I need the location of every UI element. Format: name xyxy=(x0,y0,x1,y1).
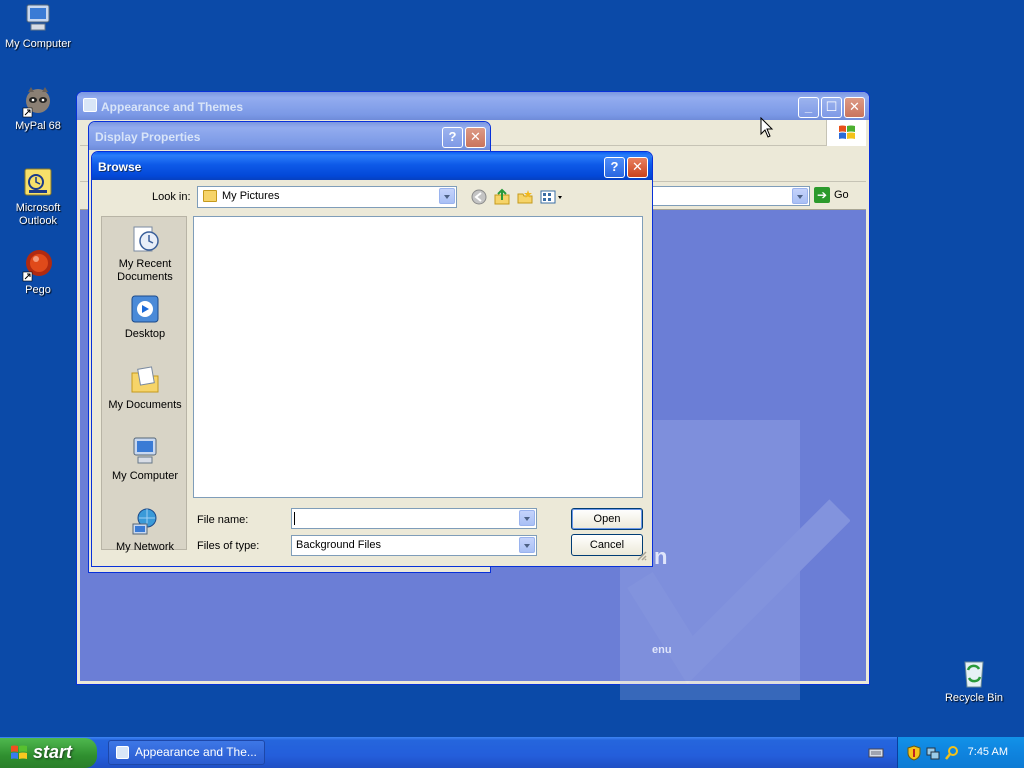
place-label: My Network xyxy=(115,541,175,553)
help-button[interactable]: ? xyxy=(604,157,625,178)
cancel-button[interactable]: Cancel xyxy=(571,534,643,556)
close-button[interactable]: ✕ xyxy=(627,157,648,178)
control-panel-icon xyxy=(83,98,97,112)
views-menu-icon[interactable] xyxy=(540,188,564,206)
files-of-type-value: Background Files xyxy=(296,539,381,551)
go-button[interactable]: ➔ Go xyxy=(814,187,858,205)
desktop-icon-label: Microsoft Outlook xyxy=(15,202,61,227)
my-documents-icon xyxy=(129,364,161,396)
category-heading-fragment: n xyxy=(654,544,668,569)
places-bar: My Recent Documents Desktop My Documents… xyxy=(101,216,188,553)
clock: 7:45 AM xyxy=(967,746,1008,758)
files-of-type-label: Files of type: xyxy=(197,540,260,552)
look-in-label: Look in: xyxy=(152,191,191,203)
browse-dialog: Browse ? ✕ Look in: My Pictures My Recen… xyxy=(91,151,653,567)
file-name-input[interactable] xyxy=(291,508,537,529)
folder-icon xyxy=(203,190,217,202)
keyboard-icon[interactable] xyxy=(868,747,884,759)
network-status-icon[interactable] xyxy=(925,745,941,761)
desktop-icon xyxy=(129,293,161,325)
task-link-fragment[interactable]: enu xyxy=(652,644,672,656)
close-button[interactable]: ✕ xyxy=(844,97,865,118)
task-label: Appearance and The... xyxy=(135,745,257,759)
windows-flag-icon xyxy=(11,745,27,759)
place-label: My Recent Documents xyxy=(117,258,173,283)
desktop-icon-label: Recycle Bin xyxy=(944,692,1004,704)
go-label: Go xyxy=(834,188,849,201)
place-label: Desktop xyxy=(124,328,166,340)
desktop-icon-outlook[interactable]: Microsoft Outlook xyxy=(0,166,78,228)
new-folder-icon[interactable] xyxy=(516,188,534,206)
files-of-type-dropdown-button[interactable] xyxy=(519,537,535,553)
window-title: Browse xyxy=(98,160,142,174)
start-button[interactable]: start xyxy=(0,738,97,768)
desktop-icon-pego[interactable]: Pego xyxy=(0,248,78,297)
appearance-themes-titlebar[interactable]: Appearance and Themes _ ☐ ✕ xyxy=(77,92,869,120)
place-my-documents[interactable]: My Documents xyxy=(102,364,188,412)
desktop-icon-mypal[interactable]: MyPal 68 xyxy=(0,84,78,133)
up-folder-icon[interactable] xyxy=(493,188,511,206)
taskbar: start Appearance and The... 7:45 AM xyxy=(0,737,1024,768)
system-tray: 7:45 AM xyxy=(897,737,1024,768)
file-name-dropdown-button[interactable] xyxy=(519,510,535,526)
recent-documents-icon xyxy=(129,223,161,255)
place-my-computer[interactable]: My Computer xyxy=(102,435,188,483)
place-label: My Computer xyxy=(111,470,179,482)
go-arrow-icon: ➔ xyxy=(814,187,830,203)
address-dropdown-button[interactable] xyxy=(792,188,808,204)
place-label: My Documents xyxy=(108,399,182,411)
back-icon[interactable] xyxy=(470,188,488,206)
desktop-icon-my-computer[interactable]: My Computer xyxy=(0,2,78,51)
windows-logo-icon xyxy=(826,120,866,146)
resize-grip-icon[interactable] xyxy=(635,549,647,561)
pego-icon xyxy=(21,248,55,282)
open-button[interactable]: Open xyxy=(571,508,643,530)
my-computer-icon xyxy=(21,2,55,36)
window-title: Display Properties xyxy=(95,130,201,144)
outlook-icon xyxy=(21,166,55,200)
my-network-icon xyxy=(129,506,161,538)
look-in-value: My Pictures xyxy=(222,190,280,202)
mypal-raccoon-icon xyxy=(21,84,55,118)
desktop-icon-label: MyPal 68 xyxy=(15,120,61,132)
display-properties-titlebar[interactable]: Display Properties ? ✕ xyxy=(89,122,490,150)
desktop-icon-label: My Computer xyxy=(4,38,72,50)
place-my-recent-documents[interactable]: My Recent Documents xyxy=(102,223,188,284)
mouse-cursor-icon xyxy=(760,117,774,138)
help-button[interactable]: ? xyxy=(442,127,463,148)
place-my-network[interactable]: My Network xyxy=(102,506,188,554)
look-in-dropdown[interactable]: My Pictures xyxy=(197,186,457,208)
window-title: Appearance and Themes xyxy=(101,100,244,114)
files-of-type-dropdown[interactable]: Background Files xyxy=(291,535,537,556)
minimize-button[interactable]: _ xyxy=(798,97,819,118)
search-icon[interactable] xyxy=(944,745,960,761)
taskbar-item-appearance-themes[interactable]: Appearance and The... xyxy=(108,740,265,765)
close-button[interactable]: ✕ xyxy=(465,127,486,148)
file-list[interactable] xyxy=(193,216,643,498)
address-input[interactable] xyxy=(640,186,810,206)
place-desktop[interactable]: Desktop xyxy=(102,293,188,341)
browse-titlebar[interactable]: Browse ? ✕ xyxy=(92,152,652,180)
desktop-icon-label: Pego xyxy=(25,284,51,296)
browse-body: Look in: My Pictures My Recent Documents… xyxy=(95,180,649,563)
text-caret xyxy=(294,512,295,525)
desktop-icon-recycle-bin[interactable]: Recycle Bin xyxy=(934,656,1014,705)
maximize-button[interactable]: ☐ xyxy=(821,97,842,118)
recycle-bin-icon xyxy=(957,656,991,690)
my-computer-icon xyxy=(129,435,161,467)
security-shield-icon[interactable] xyxy=(906,745,922,761)
start-label: start xyxy=(33,742,73,762)
file-name-label: File name: xyxy=(197,514,249,526)
control-panel-icon xyxy=(116,746,129,759)
look-in-dropdown-button[interactable] xyxy=(439,188,455,204)
